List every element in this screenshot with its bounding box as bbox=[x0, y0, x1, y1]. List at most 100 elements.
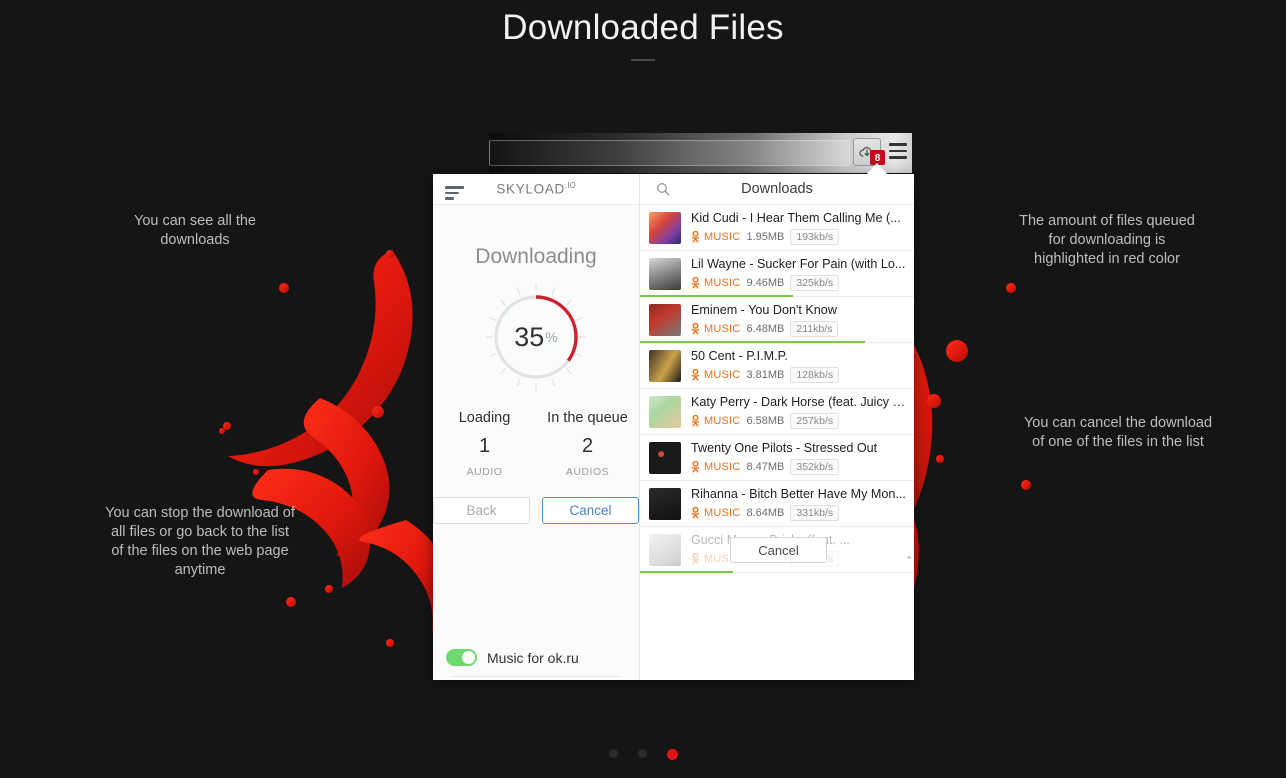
album-thumbnail bbox=[649, 441, 681, 474]
download-speed: 211kb/s bbox=[790, 320, 839, 337]
browser-menu-icon[interactable] bbox=[889, 143, 907, 163]
download-speed: 352kb/s bbox=[790, 458, 840, 475]
counter-queue-unit: AUDIOS bbox=[565, 466, 610, 478]
pagination-dots bbox=[0, 749, 1286, 760]
counter-queue-label: In the queue bbox=[547, 410, 628, 426]
download-size: 9.46MB bbox=[746, 276, 785, 289]
annotation-stop-download: You can stop the download of all files o… bbox=[105, 505, 295, 578]
progress-percent-symbol: % bbox=[545, 329, 558, 345]
album-thumbnail bbox=[649, 303, 681, 336]
download-counters: Loading 1 AUDIO In the queue 2 AUDIOS bbox=[433, 410, 639, 478]
download-source: MUSIC bbox=[704, 230, 741, 243]
album-thumbnail bbox=[649, 487, 681, 520]
download-meta: MUSIC 8.64MB 331kb/s bbox=[691, 504, 906, 521]
title-underline bbox=[631, 59, 655, 61]
download-row[interactable]: Lil Wayne - Sucker For Pain (with Lo... … bbox=[640, 251, 914, 297]
music-toggle-row[interactable]: Music for ok.ru bbox=[433, 635, 639, 680]
download-size: 8.64MB bbox=[746, 506, 785, 519]
ok-ru-icon bbox=[691, 322, 700, 334]
download-info: Eminem - You Don't Know MUSIC 6.48MB 211… bbox=[691, 303, 906, 337]
download-speed: 325kb/s bbox=[790, 274, 840, 291]
status-pane: SKYLOAD.IO Downloading 35 % Loading 1 AU… bbox=[433, 174, 640, 680]
counter-loading-unit: AUDIO bbox=[466, 466, 503, 478]
download-title: Kid Cudi - I Hear Them Calling Me (... bbox=[691, 210, 901, 225]
brand-tld: .IO bbox=[565, 181, 576, 191]
download-row[interactable]: Katy Perry - Dark Horse (feat. Juicy J..… bbox=[640, 389, 914, 435]
counter-queue: In the queue 2 AUDIOS bbox=[536, 410, 639, 478]
counter-queue-value: 2 bbox=[581, 435, 594, 457]
download-size: 3.81MB bbox=[746, 368, 785, 381]
download-title: Katy Perry - Dark Horse (feat. Juicy J..… bbox=[691, 394, 906, 409]
list-scrollbar[interactable] bbox=[907, 556, 911, 559]
download-row[interactable]: Rihanna - Bitch Better Have My Mon... MU… bbox=[640, 481, 914, 527]
download-row[interactable]: Gucci Mane - Bricks (feat. ... MUSIC 7.1… bbox=[640, 527, 914, 573]
ok-ru-icon bbox=[691, 460, 700, 472]
downloads-title: Downloads bbox=[741, 181, 813, 197]
download-size: 1.95MB bbox=[746, 230, 785, 243]
progress-percent: 35% bbox=[481, 282, 591, 392]
counter-loading: Loading 1 AUDIO bbox=[433, 410, 536, 478]
cancel-item-button[interactable]: Cancel bbox=[730, 537, 827, 563]
download-progress-bar bbox=[640, 570, 734, 573]
annotation-cancel-one-file: You can cancel the download of one of th… bbox=[1023, 415, 1213, 450]
browser-toolbar: 8 bbox=[489, 133, 912, 173]
ok-ru-icon bbox=[691, 276, 700, 288]
counter-loading-value: 1 bbox=[478, 435, 491, 457]
progress-ring: 35% bbox=[481, 282, 591, 392]
pagination-dot[interactable] bbox=[666, 749, 678, 760]
search-icon[interactable] bbox=[655, 181, 671, 197]
download-size: 6.58MB bbox=[746, 414, 785, 427]
download-row[interactable]: Kid Cudi - I Hear Them Calling Me (... M… bbox=[640, 205, 914, 251]
download-title: Rihanna - Bitch Better Have My Mon... bbox=[691, 486, 906, 501]
counter-loading-label: Loading bbox=[458, 410, 511, 426]
download-source: MUSIC bbox=[704, 368, 741, 381]
download-source: MUSIC bbox=[704, 414, 741, 427]
download-size: 6.48MB bbox=[746, 322, 785, 335]
annotation-see-all-downloads: You can see all the downloads bbox=[133, 213, 256, 248]
album-thumbnail bbox=[649, 211, 681, 244]
album-thumbnail bbox=[649, 349, 681, 382]
download-title: 50 Cent - P.I.M.P. bbox=[691, 348, 788, 363]
brand-name: SKYLOAD bbox=[496, 181, 565, 197]
album-thumbnail bbox=[649, 395, 681, 428]
download-meta: MUSIC 6.58MB 257kb/s bbox=[691, 412, 906, 429]
download-meta: MUSIC 6.48MB 211kb/s bbox=[691, 320, 906, 337]
download-speed: 331kb/s bbox=[790, 504, 840, 521]
pagination-dot[interactable] bbox=[637, 749, 647, 758]
downloads-pane: Downloads Kid Cudi - I Hear Them Calling… bbox=[640, 174, 914, 680]
download-title: Lil Wayne - Sucker For Pain (with Lo... bbox=[691, 256, 906, 271]
annotation-queued-red: The amount of files queued for downloadi… bbox=[1019, 213, 1195, 267]
download-info: Lil Wayne - Sucker For Pain (with Lo... … bbox=[691, 257, 906, 291]
download-info: Katy Perry - Dark Horse (feat. Juicy J..… bbox=[691, 395, 906, 429]
download-info: 50 Cent - P.I.M.P. MUSIC 3.81MB 128kb/s bbox=[691, 349, 906, 383]
download-source: MUSIC bbox=[704, 322, 741, 335]
ok-ru-icon bbox=[691, 230, 700, 242]
url-input[interactable] bbox=[489, 140, 850, 166]
downloads-header: Downloads bbox=[640, 174, 914, 205]
page-title: Downloaded Files bbox=[502, 8, 784, 47]
ok-ru-icon bbox=[691, 506, 700, 518]
download-size: 8.47MB bbox=[746, 460, 785, 473]
download-info: Rihanna - Bitch Better Have My Mon... MU… bbox=[691, 487, 906, 521]
download-info: Twenty One Pilots - Stressed Out MUSIC 8… bbox=[691, 441, 906, 475]
download-status-title: Downloading bbox=[475, 245, 597, 268]
download-speed: 193kb/s bbox=[790, 228, 840, 245]
music-toggle-switch[interactable] bbox=[446, 649, 477, 666]
pagination-dot[interactable] bbox=[608, 749, 618, 758]
download-source: MUSIC bbox=[704, 506, 741, 519]
download-meta: MUSIC 3.81MB 128kb/s bbox=[691, 366, 906, 383]
hamburger-menu-icon[interactable] bbox=[445, 186, 464, 203]
back-button[interactable]: Back bbox=[433, 497, 530, 524]
downloads-list[interactable]: Kid Cudi - I Hear Them Calling Me (... M… bbox=[640, 205, 914, 680]
download-source: MUSIC bbox=[704, 460, 741, 473]
ok-ru-icon bbox=[691, 368, 700, 380]
download-row[interactable]: Twenty One Pilots - Stressed Out MUSIC 8… bbox=[640, 435, 914, 481]
cancel-all-button[interactable]: Cancel bbox=[542, 497, 639, 524]
download-meta: MUSIC 9.46MB 325kb/s bbox=[691, 274, 906, 291]
pane-actions: Back Cancel bbox=[433, 497, 639, 524]
download-row[interactable]: Eminem - You Don't Know MUSIC 6.48MB 211… bbox=[640, 297, 914, 343]
download-title: Eminem - You Don't Know bbox=[691, 302, 837, 317]
left-pane-header: SKYLOAD.IO bbox=[433, 174, 639, 205]
download-row[interactable]: 50 Cent - P.I.M.P. MUSIC 3.81MB 128kb/s bbox=[640, 343, 914, 389]
download-speed: 128kb/s bbox=[790, 366, 840, 383]
